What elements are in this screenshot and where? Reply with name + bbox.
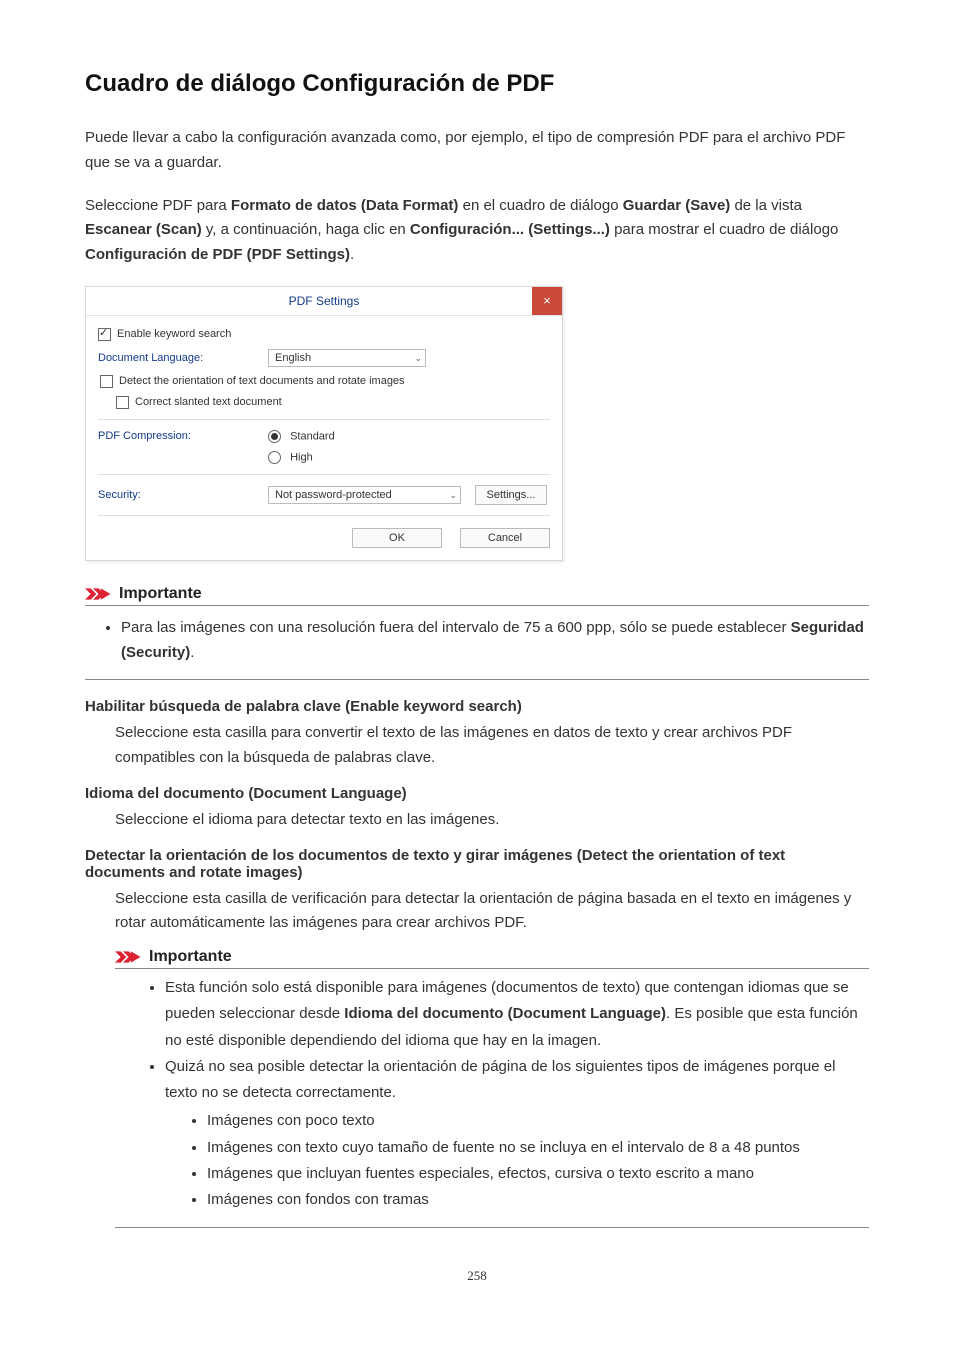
intro-paragraph-2: Seleccione PDF para Formato de datos (Da…	[85, 194, 869, 268]
correct-slanted-row: Correct slanted text document	[98, 392, 550, 413]
detect-orientation-row: Detect the orientation of text documents…	[98, 371, 550, 392]
divider	[98, 419, 550, 420]
def-term-enable-keyword: Habilitar búsqueda de palabra clave (Ena…	[85, 698, 869, 715]
detect-orientation-label: Detect the orientation of text documents…	[119, 375, 405, 387]
list-item: Quizá no sea posible detectar la orienta…	[165, 1054, 869, 1214]
divider	[98, 474, 550, 475]
document-language-select[interactable]: English ⌄	[268, 349, 426, 367]
cancel-button[interactable]: Cancel	[460, 528, 550, 548]
list-item: Esta función solo está disponible para i…	[165, 975, 869, 1054]
important-heading: Importante	[85, 585, 869, 606]
pdf-settings-dialog: PDF Settings × Enable keyword search Doc…	[85, 286, 563, 561]
enable-keyword-search-label: Enable keyword search	[117, 328, 231, 340]
document-language-row: Document Language: English ⌄	[98, 345, 550, 371]
close-icon[interactable]: ×	[532, 287, 562, 315]
security-select[interactable]: Not password-protected ⌄	[268, 486, 461, 504]
arrows-icon	[115, 948, 149, 966]
pdf-compression-label: PDF Compression:	[98, 430, 268, 442]
list-item: Imágenes con poco texto	[207, 1108, 869, 1134]
security-row: Security: Not password-protected ⌄ Setti…	[98, 481, 550, 509]
arrows-icon	[85, 585, 119, 603]
list-item: Imágenes que incluyan fuentes especiales…	[207, 1161, 869, 1187]
important-label: Importante	[119, 585, 202, 603]
dialog-titlebar: PDF Settings ×	[86, 287, 562, 316]
document-language-label: Document Language:	[98, 352, 268, 364]
correct-slanted-checkbox[interactable]	[116, 396, 129, 409]
pdf-compression-row: PDF Compression: Standard	[98, 426, 550, 447]
def-desc-detect-orientation: Seleccione esta casilla de verificación …	[115, 887, 869, 937]
list-item: Imágenes con texto cuyo tamaño de fuente…	[207, 1135, 869, 1161]
enable-keyword-search-checkbox[interactable]	[98, 328, 111, 341]
def-term-doc-language: Idioma del documento (Document Language)	[85, 785, 869, 802]
compression-standard-label: Standard	[290, 430, 335, 442]
pdf-compression-high-row: High	[98, 447, 550, 468]
compression-high-label: High	[290, 451, 313, 463]
dialog-title-text: PDF Settings	[289, 294, 360, 308]
page-number: 258	[85, 1268, 869, 1284]
list-item: Para las imágenes con una resolución fue…	[121, 616, 869, 666]
ok-button[interactable]: OK	[352, 528, 442, 548]
detect-orientation-checkbox[interactable]	[100, 375, 113, 388]
compression-high-radio[interactable]	[268, 451, 281, 464]
list-item: Imágenes con fondos con tramas	[207, 1187, 869, 1213]
def-desc-doc-language: Seleccione el idioma para detectar texto…	[115, 808, 869, 833]
page-title: Cuadro de diálogo Configuración de PDF	[85, 70, 869, 98]
divider	[98, 515, 550, 516]
enable-keyword-search-row: Enable keyword search	[98, 324, 550, 345]
def-desc-enable-keyword: Seleccione esta casilla para convertir e…	[115, 721, 869, 771]
important-label: Importante	[149, 948, 232, 966]
important-heading: Importante	[115, 948, 869, 969]
correct-slanted-label: Correct slanted text document	[135, 396, 282, 408]
security-settings-button[interactable]: Settings...	[475, 485, 547, 505]
security-label: Security:	[98, 489, 268, 501]
compression-standard-radio[interactable]	[268, 430, 281, 443]
chevron-down-icon: ⌄	[414, 353, 422, 364]
def-term-detect-orientation: Detectar la orientación de los documento…	[85, 847, 869, 881]
chevron-down-icon: ⌄	[449, 490, 457, 501]
intro-paragraph-1: Puede llevar a cabo la configuración ava…	[85, 126, 869, 176]
